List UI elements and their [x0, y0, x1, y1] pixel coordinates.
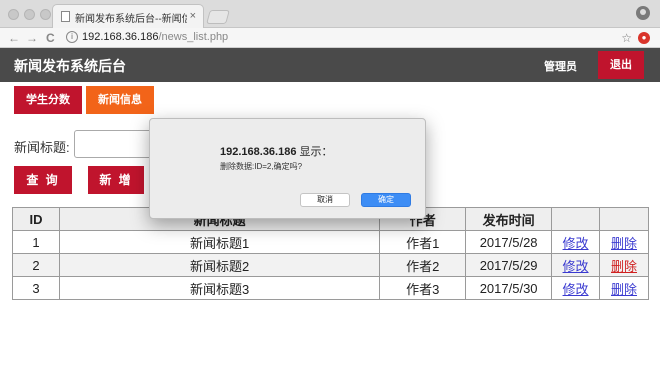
user-label: 管理员 — [544, 61, 577, 73]
delete-link[interactable]: 删除 — [599, 230, 649, 254]
column-header-delete — [599, 207, 649, 231]
tab-close-icon[interactable]: × — [190, 9, 196, 23]
reload-icon[interactable]: C — [46, 30, 55, 46]
dialog-host: 192.168.36.186 — [220, 146, 297, 158]
cell-title: 新闻标题2 — [58, 253, 381, 277]
page-icon — [61, 11, 70, 22]
delete-link[interactable]: 删除 — [599, 276, 649, 300]
nav-student-scores-button[interactable]: 学生分数 — [14, 86, 82, 114]
dialog-cancel-button[interactable]: 取消 — [300, 193, 350, 207]
extension-icon[interactable]: ● — [638, 32, 650, 44]
news-table: ID 新闻标题 作者 发布时间 1 新闻标题1 作者1 2017/5/28 修改… — [12, 207, 649, 300]
cell-author: 作者3 — [379, 276, 467, 300]
nav-news-info-button[interactable]: 新闻信息 — [86, 86, 154, 114]
logout-button[interactable]: 退出 — [598, 51, 644, 79]
cell-author: 作者2 — [379, 253, 467, 277]
table-row: 3 新闻标题3 作者3 2017/5/30 修改 删除 — [12, 276, 649, 300]
confirm-dialog: 192.168.36.186 显示： 删除数据:ID=2,确定吗? 取消 确定 — [149, 118, 426, 219]
address-bar: ← → C i 192.168.36.186/news_list.php ☆ ● — [0, 28, 660, 48]
dialog-title: 192.168.36.186 显示： — [220, 143, 333, 159]
url-host: 192.168.36.186 — [82, 31, 159, 43]
add-button[interactable]: 新 增 — [88, 166, 144, 194]
query-button[interactable]: 查 询 — [14, 166, 72, 194]
url-path: /news_list.php — [158, 31, 229, 43]
new-tab-button[interactable] — [206, 10, 230, 24]
window-minimize-icon[interactable] — [24, 9, 35, 20]
table-row: 1 新闻标题1 作者1 2017/5/28 修改 删除 — [12, 230, 649, 254]
app-title: 新闻发布系统后台 — [14, 58, 126, 74]
column-header-id: ID — [12, 207, 60, 231]
url-field[interactable]: 192.168.36.186/news_list.php — [82, 31, 228, 43]
site-info-icon[interactable]: i — [66, 31, 78, 43]
dialog-ok-button[interactable]: 确定 — [361, 193, 411, 207]
edit-link[interactable]: 修改 — [551, 276, 601, 300]
cell-date: 2017/5/28 — [465, 230, 553, 254]
profile-icon[interactable] — [636, 6, 650, 20]
column-header-edit — [551, 207, 601, 231]
cell-date: 2017/5/29 — [465, 253, 553, 277]
browser-tab-bar: 新闻发布系统后台--新闻信息· × — [0, 0, 660, 28]
cell-date: 2017/5/30 — [465, 276, 553, 300]
cell-id: 1 — [12, 230, 60, 254]
forward-icon[interactable]: → — [26, 30, 38, 46]
table-row: 2 新闻标题2 作者2 2017/5/29 修改 删除 — [12, 253, 649, 277]
back-icon[interactable]: ← — [8, 30, 20, 46]
app-header: 新闻发布系统后台 管理员 退出 — [0, 48, 660, 82]
tab-title: 新闻发布系统后台--新闻信息· — [75, 14, 187, 25]
edit-link[interactable]: 修改 — [551, 253, 601, 277]
dialog-message: 删除数据:ID=2,确定吗? — [220, 162, 303, 171]
cell-id: 3 — [12, 276, 60, 300]
column-header-date: 发布时间 — [465, 207, 553, 231]
browser-tab[interactable]: 新闻发布系统后台--新闻信息· × — [52, 4, 204, 28]
cell-title: 新闻标题1 — [58, 230, 381, 254]
window-zoom-icon[interactable] — [40, 9, 51, 20]
cell-id: 2 — [12, 253, 60, 277]
news-title-label: 新闻标题: — [14, 140, 70, 155]
window-close-icon[interactable] — [8, 9, 19, 20]
cell-title: 新闻标题3 — [58, 276, 381, 300]
bookmark-star-icon[interactable]: ☆ — [621, 30, 632, 46]
dialog-title-suffix: 显示： — [296, 146, 333, 158]
cell-author: 作者1 — [379, 230, 467, 254]
delete-link[interactable]: 删除 — [599, 253, 649, 277]
edit-link[interactable]: 修改 — [551, 230, 601, 254]
